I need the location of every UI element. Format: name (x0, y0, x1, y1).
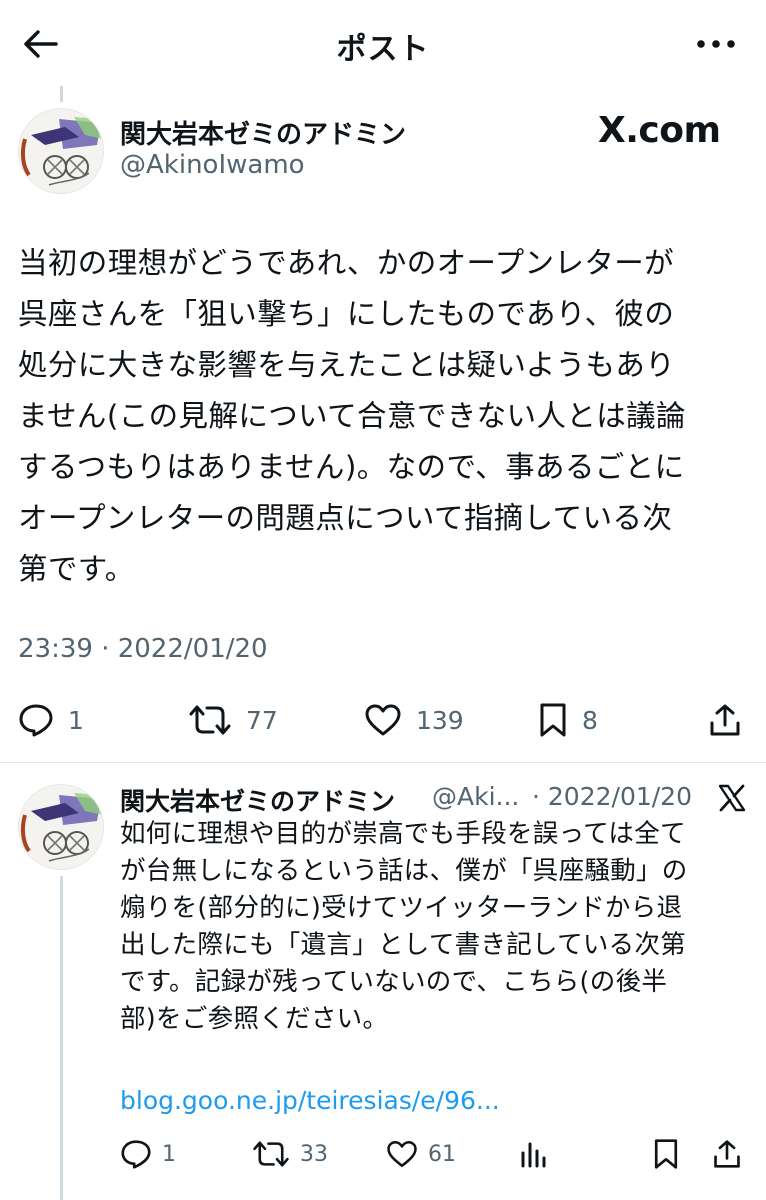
author-handle[interactable]: @AkinoIwamo (120, 150, 305, 180)
reply-link[interactable]: blog.goo.ne.jp/teiresias/e/96... (120, 1086, 500, 1115)
more-options-button[interactable] (692, 28, 740, 60)
x-logo-icon (716, 780, 748, 816)
bookmark-button[interactable]: 8 (538, 696, 598, 744)
reply-like-button[interactable]: 61 (386, 1132, 456, 1176)
avatar-image (19, 785, 103, 869)
reply-reply-button[interactable]: 1 (120, 1132, 176, 1176)
bookmark-icon (654, 1139, 678, 1169)
reply-text: 如何に理想や目的が崇高でも手段を誤っては全て が台無しになるという話は、僕が「呉… (120, 819, 688, 1034)
separator-dot: · (532, 782, 540, 811)
reply-button[interactable]: 1 (18, 696, 84, 744)
reply-share-button[interactable] (712, 1132, 742, 1176)
more-horizontal-icon (697, 40, 735, 48)
author-name[interactable]: 関大岩本ゼミのアドミン (120, 114, 406, 151)
reply-avatar[interactable] (18, 784, 104, 870)
post-text: 当初の理想がどうであれ、かのオープンレターが 呉座さんを「狙い撃ち」にしたもので… (18, 246, 686, 586)
repost-icon (189, 705, 231, 735)
page-title: ポスト (336, 32, 430, 67)
repost-icon (253, 1141, 289, 1167)
reply-author-handle[interactable]: @Aki... (432, 782, 519, 811)
reply-bookmark-button[interactable] (652, 1132, 680, 1176)
bookmark-count: 8 (582, 705, 598, 735)
x-com-badge: X.com (598, 110, 721, 151)
share-button[interactable] (708, 696, 742, 744)
reply-count: 1 (68, 705, 84, 735)
like-count: 139 (416, 705, 464, 735)
avatar-image (19, 109, 103, 193)
repost-count: 77 (246, 705, 278, 735)
reply-repost-button[interactable]: 33 (252, 1132, 328, 1176)
bar-chart-icon (521, 1142, 546, 1168)
reply-like-count: 61 (428, 1141, 456, 1167)
like-button[interactable]: 139 (364, 696, 464, 744)
divider (0, 762, 766, 763)
post-actions: 1 77 139 8 (0, 696, 766, 744)
repost-button[interactable]: 77 (188, 696, 278, 744)
reply-actions: 1 33 61 (0, 1132, 766, 1176)
post-timestamp[interactable]: 23:39 · 2022/01/20 (18, 634, 268, 664)
reply-icon (19, 704, 53, 737)
reply-date[interactable]: · 2022/01/20 (532, 782, 692, 811)
reply-icon (121, 1140, 151, 1169)
reply-date-text: 2022/01/20 (547, 782, 692, 811)
reply-views-button[interactable] (518, 1132, 548, 1176)
share-icon (710, 704, 740, 736)
share-icon (714, 1140, 740, 1168)
heart-icon (365, 704, 401, 736)
top-bar: ポスト (0, 0, 766, 86)
post-detail-page: ポスト 関大岩本ゼミのアドミン @AkinoIwamo X.com 当初の理想が… (0, 0, 766, 1200)
thread-connector-top (60, 86, 63, 102)
avatar[interactable] (18, 108, 104, 194)
bookmark-icon (540, 703, 566, 737)
reply-repost-count: 33 (300, 1141, 328, 1167)
heart-icon (387, 1140, 417, 1168)
reply-header: 関大岩本ゼミのアドミン @Aki... · 2022/01/20 (120, 782, 760, 818)
reply-author-name[interactable]: 関大岩本ゼミのアドミン (120, 782, 395, 818)
reply-reply-count: 1 (162, 1141, 176, 1167)
